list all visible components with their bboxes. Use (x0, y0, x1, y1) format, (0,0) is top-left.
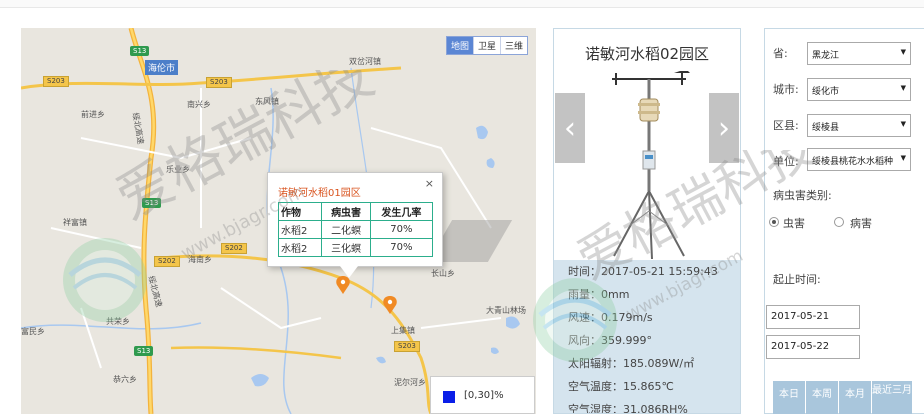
map-pin-icon (336, 276, 350, 294)
county-label: 区县: (773, 119, 799, 132)
map-place-label: 南兴乡 (187, 100, 211, 109)
map-place-label: 前进乡 (81, 110, 105, 119)
map-place-label: 富民乡 (21, 327, 45, 336)
dropdown-arrow-icon: ▼ (900, 48, 906, 56)
last-three-months-button[interactable]: 最近三月 (872, 381, 912, 414)
top-bar (0, 0, 924, 8)
road-shield-icon: S203 (206, 77, 232, 88)
table-cell: 二化螟 (321, 220, 371, 239)
disease-radio-label: 病害 (850, 217, 872, 230)
province-label: 省: (773, 47, 788, 60)
map-place-label: 泥尔河乡 (394, 378, 426, 387)
table-cell: 三化螟 (321, 238, 371, 257)
popup-pointer (340, 266, 358, 278)
highway-shield-icon: S13 (130, 46, 150, 56)
table-row: 水稻2 三化螟 70% (277, 238, 434, 257)
table-cell: 70% (369, 220, 434, 239)
province-value: 黑龙江 (812, 51, 840, 61)
station-title: 诺敏河水稻02园区 (584, 45, 710, 63)
station-readings: 时间：2017-05-21 15:59:43 雨量：0mm 风速：0.179m/… (554, 260, 740, 414)
reading-solar-radiation: 太阳辐射：185.089W/㎡ (568, 357, 695, 370)
insect-radio[interactable] (769, 217, 779, 227)
legend-label: [0,30]% (464, 390, 504, 401)
this-month-button[interactable]: 本月 (839, 381, 871, 414)
map-place-label: 祥富镇 (63, 218, 87, 227)
road-shield-icon: S202 (154, 256, 180, 267)
map-place-label: 共荣乡 (106, 317, 130, 326)
map-type-satellite-button[interactable]: 卫星 (474, 37, 501, 54)
map-type-map-button[interactable]: 地图 (446, 37, 474, 54)
highway-shield-icon: S13 (134, 346, 154, 356)
start-date-input[interactable]: 2017-05-21 (766, 305, 860, 329)
map-pin-icon (383, 296, 397, 314)
province-select[interactable]: 黑龙江 ▼ (807, 42, 911, 65)
reading-wind-speed: 风速：0.179m/s (568, 311, 653, 324)
county-select[interactable]: 绥棱县 ▼ (807, 114, 911, 137)
today-button[interactable]: 本日 (773, 381, 805, 414)
page: 双岔河镇 东风镇 南兴乡 前进乡 乐业乡 祥富镇 海南乡 长山乡 大青山林场 上… (0, 0, 924, 414)
reading-wind-direction: 风向：359.999° (568, 334, 652, 347)
close-icon[interactable]: × (425, 177, 434, 190)
table-header: 作物 (277, 202, 323, 221)
city-select[interactable]: 绥化市 ▼ (807, 78, 911, 101)
insect-radio-label: 虫害 (783, 217, 805, 230)
carousel-prev-button[interactable]: ‹ (555, 93, 585, 163)
date-range-label: 起止时间: (773, 273, 821, 286)
pest-type-label: 病虫害类别: (773, 189, 832, 202)
map-place-label: 大青山林场 (486, 306, 526, 315)
reading-time: 时间：2017-05-21 15:59:43 (568, 265, 718, 278)
end-date-input[interactable]: 2017-05-22 (766, 335, 860, 359)
city-label: 城市: (773, 83, 799, 96)
table-header: 发生几率 (369, 202, 434, 221)
dropdown-arrow-icon: ▼ (900, 120, 906, 128)
reading-air-humidity: 空气湿度：31.086RH% (568, 403, 688, 414)
dropdown-arrow-icon: ▼ (900, 154, 906, 162)
map-place-label: 乐业乡 (166, 165, 190, 174)
popup-title: 诺敏河水稻01园区 (278, 188, 361, 199)
carousel-next-button[interactable]: › (709, 93, 739, 163)
map-type-3d-button[interactable]: 三维 (501, 37, 527, 54)
map-place-label: 海南乡 (188, 255, 212, 264)
highway-shield-icon: S13 (142, 198, 162, 208)
reading-rainfall: 雨量：0mm (568, 288, 630, 301)
table-header: 病虫害 (321, 202, 371, 221)
quick-range-buttons: 本日 本周 本月 最近三月 (773, 381, 924, 414)
legend-swatch (443, 391, 455, 403)
table-cell: 70% (369, 238, 434, 257)
this-week-button[interactable]: 本周 (806, 381, 838, 414)
reading-air-temperature: 空气温度：15.865℃ (568, 380, 674, 393)
road-shield-icon: S203 (43, 76, 69, 87)
map-city-label: 海伦市 (145, 60, 179, 75)
unit-value: 绥棱县桃花水水稻种 (812, 157, 894, 167)
city-value: 绥化市 (812, 87, 840, 97)
table-row: 水稻2 二化螟 70% (277, 220, 434, 239)
dropdown-arrow-icon: ▼ (900, 84, 906, 92)
table-cell: 水稻2 (277, 238, 323, 257)
map-place-label: 上集镇 (391, 326, 415, 335)
unit-label: 单位: (773, 155, 799, 168)
filter-panel: 省: 黑龙江 ▼ 城市: 绥化市 ▼ 区县: 绥棱县 ▼ 单位: 绥棱县桃花水水稻种 ▼… (764, 28, 924, 414)
map-place-label: 双岔河镇 (349, 57, 381, 66)
map-place-label: 长山乡 (431, 269, 455, 278)
road-shield-icon: S203 (394, 341, 420, 352)
county-value: 绥棱县 (812, 123, 840, 133)
weather-station-image (612, 71, 690, 260)
map-place-label: 恭六乡 (113, 375, 137, 384)
table-cell: 水稻2 (277, 220, 323, 239)
station-panel: 诺敏河水稻02园区 ‹ › 时间：2017-05-21 15:59:43 雨量：… (553, 28, 741, 414)
map-place-label: 东风镇 (255, 97, 279, 106)
info-popup: 诺敏河水稻01园区 × 作物 病虫害 发生几率 水稻2 二化螟 70% 水稻2 … (267, 172, 443, 267)
road-shield-icon: S202 (221, 243, 247, 254)
unit-select[interactable]: 绥棱县桃花水水稻种 ▼ (807, 148, 911, 171)
map-legend: [0,30]% (430, 376, 535, 414)
map-type-switcher: 地图 卫星 三维 (445, 36, 528, 55)
disease-radio[interactable] (834, 217, 844, 227)
popup-table: 作物 病虫害 发生几率 水稻2 二化螟 70% 水稻2 三化螟 70% (277, 202, 434, 257)
